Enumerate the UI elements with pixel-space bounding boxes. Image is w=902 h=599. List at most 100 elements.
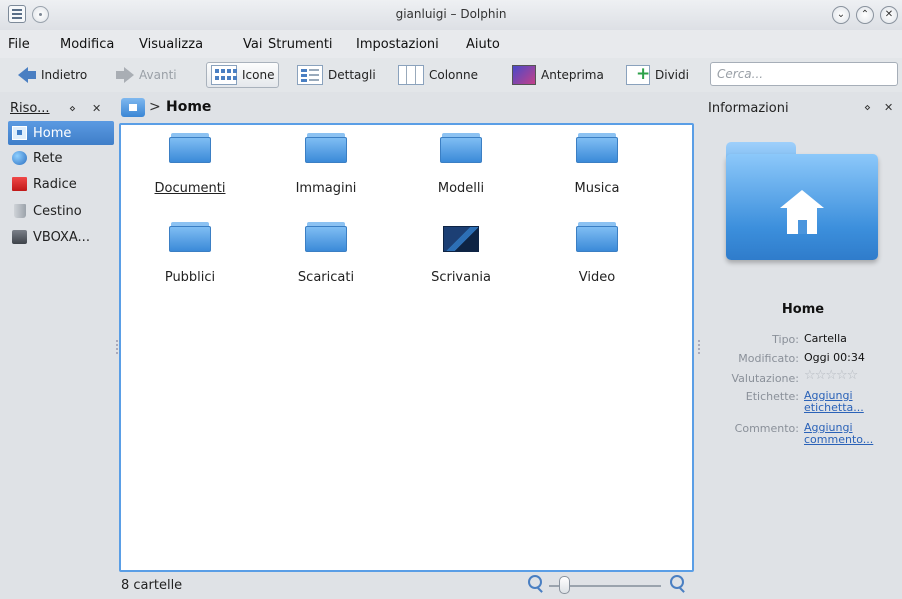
details-view-label: Dettagli [328, 68, 376, 82]
columns-view-label: Colonne [429, 68, 478, 82]
network-icon [12, 151, 27, 165]
file-item-immagini[interactable]: Immagini [271, 133, 381, 223]
places-float-button[interactable]: ⋄ [69, 102, 76, 115]
info-key-etichette: Etichette: [745, 390, 799, 403]
place-radice-label: Radice [33, 176, 77, 192]
details-view-icon [297, 65, 323, 85]
drive-icon [12, 230, 27, 244]
star-icon[interactable]: ☆ [836, 368, 848, 383]
menu-bar [0, 30, 902, 58]
forward-label: Avanti [139, 68, 177, 82]
menu-strumenti[interactable]: Strumenti [268, 37, 333, 52]
file-label: Immagini [295, 181, 357, 196]
menu-aiuto[interactable]: Aiuto [466, 37, 500, 52]
rating-stars[interactable]: ☆☆☆☆☆ [804, 368, 894, 383]
house-icon [780, 190, 824, 234]
info-val-tipo: Cartella [804, 332, 847, 345]
info-close-button[interactable]: ✕ [884, 101, 893, 114]
splitter-handle-right[interactable] [698, 340, 700, 354]
home-icon [12, 126, 27, 140]
info-key-valutazione: Valutazione: [731, 372, 800, 385]
info-key-commento: Commento: [734, 422, 799, 435]
place-vboxa[interactable]: VBOXA... [8, 225, 114, 249]
preview-button[interactable]: Anteprima [508, 62, 608, 88]
home-folder-preview-icon [726, 142, 878, 260]
details-view-button[interactable]: Dettagli [293, 62, 380, 88]
file-label: Pubblici [164, 270, 216, 285]
split-button[interactable]: Dividi [622, 62, 693, 88]
menu-file[interactable]: File [8, 37, 30, 52]
info-val-modificato: Oggi 00:34 [804, 351, 865, 364]
places-title: Riso... [10, 101, 50, 116]
columns-view-button[interactable]: Colonne [394, 62, 482, 88]
window-title: gianluigi – Dolphin [395, 7, 507, 21]
icons-view-label: Icone [242, 68, 275, 82]
file-item-video[interactable]: Video [542, 222, 652, 312]
icons-view-icon [211, 65, 237, 85]
place-radice[interactable]: Radice [8, 172, 114, 196]
breadcrumb-separator: > [149, 99, 161, 115]
root-folder-icon [12, 177, 27, 191]
back-label: Indietro [41, 68, 88, 82]
info-key-modificato: Modificato: [738, 352, 799, 365]
star-icon[interactable]: ☆ [847, 368, 859, 383]
back-button[interactable]: Indietro [14, 62, 91, 88]
trash-icon [14, 204, 26, 218]
folder-icon [305, 222, 347, 254]
place-home-label: Home [33, 125, 72, 141]
place-cestino-label: Cestino [33, 203, 82, 219]
file-item-modelli[interactable]: Modelli [406, 133, 516, 223]
maximize-button[interactable]: ⌃ [856, 6, 874, 24]
info-key-tipo: Tipo: [772, 333, 799, 346]
folder-icon [169, 133, 211, 165]
zoom-out-icon[interactable] [528, 575, 542, 589]
place-rete-label: Rete [33, 150, 63, 166]
breadcrumb-current[interactable]: Home [166, 99, 211, 115]
folder-icon [305, 133, 347, 165]
forward-button[interactable]: Avanti [112, 62, 181, 88]
file-label: Scaricati [297, 270, 355, 285]
place-cestino[interactable]: Cestino [8, 199, 114, 223]
split-label: Dividi [655, 68, 689, 82]
preview-label: Anteprima [541, 68, 604, 82]
add-comment-link[interactable]: Aggiungi commento... [804, 422, 894, 446]
columns-view-icon [398, 65, 424, 85]
file-item-musica[interactable]: Musica [542, 133, 652, 223]
zoom-in-icon[interactable] [670, 575, 684, 589]
place-home[interactable]: Home [8, 121, 114, 145]
info-item-name: Home [781, 302, 825, 317]
star-icon[interactable]: ☆ [825, 368, 837, 383]
minimize-button[interactable]: ⌄ [832, 6, 850, 24]
file-label: Musica [574, 181, 620, 196]
place-vboxa-label: VBOXA... [33, 229, 90, 245]
menu-modifica[interactable]: Modifica [60, 37, 114, 52]
folder-icon [440, 133, 482, 165]
file-item-scrivania[interactable]: Scrivania [406, 222, 516, 312]
file-item-scaricati[interactable]: Scaricati [271, 222, 381, 312]
info-panel-title: Informazioni [708, 101, 789, 116]
menu-visualizza[interactable]: Visualizza [139, 37, 203, 52]
close-button[interactable]: ✕ [880, 6, 898, 24]
folder-icon [576, 133, 618, 165]
breadcrumb-home-icon[interactable] [121, 98, 145, 117]
file-item-pubblici[interactable]: Pubblici [135, 222, 245, 312]
place-rete[interactable]: Rete [8, 146, 114, 170]
info-float-button[interactable]: ⋄ [864, 101, 871, 114]
split-icon [626, 64, 650, 85]
places-panel [8, 96, 114, 596]
file-item-documenti[interactable]: Documenti [135, 133, 245, 223]
folder-icon [576, 222, 618, 254]
places-close-button[interactable]: ✕ [92, 102, 101, 115]
menu-impostazioni[interactable]: Impostazioni [356, 37, 439, 52]
search-input[interactable] [710, 62, 898, 86]
icons-view-button[interactable]: Icone [206, 62, 280, 88]
splitter-handle-left[interactable] [116, 340, 118, 354]
menu-vai[interactable]: Vai [243, 37, 262, 52]
zoom-slider-handle[interactable] [559, 576, 571, 594]
back-arrow-icon [18, 67, 36, 83]
star-icon[interactable]: ☆ [804, 368, 816, 383]
star-icon[interactable]: ☆ [815, 368, 827, 383]
desktop-icon [443, 226, 479, 252]
preview-icon [512, 65, 536, 85]
add-tag-link[interactable]: Aggiungi etichetta... [804, 390, 894, 414]
